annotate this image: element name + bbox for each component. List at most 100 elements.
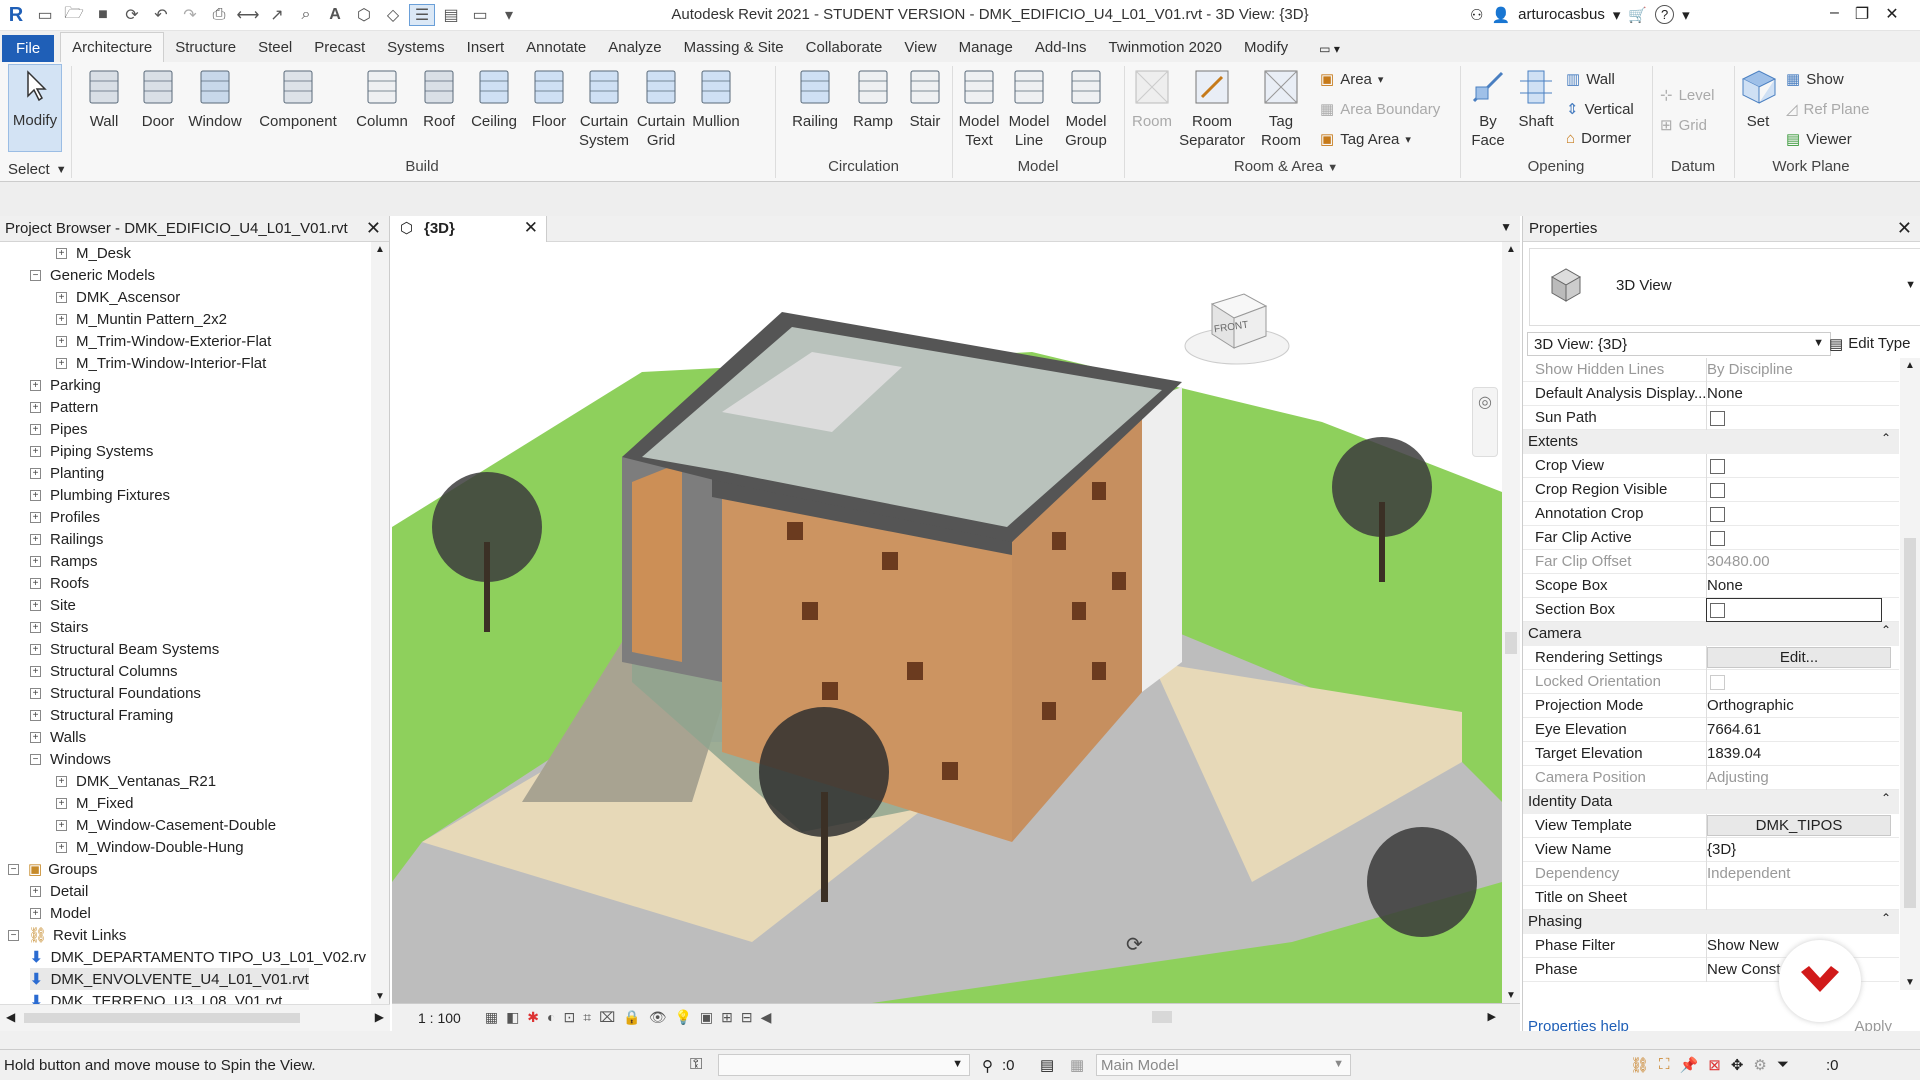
prop-checkbox[interactable]: [1710, 411, 1725, 426]
section-icon[interactable]: ◇: [380, 4, 406, 26]
tree-item[interactable]: − Generic Models: [30, 264, 155, 286]
view-tab-3d[interactable]: ⬡ {3D} ✕: [392, 216, 547, 242]
user-icon[interactable]: 👤: [1491, 6, 1510, 24]
curtain-system-button[interactable]: Curtain System: [574, 66, 634, 150]
tab-view[interactable]: View: [893, 33, 947, 62]
viewer-button[interactable]: ▤ Viewer: [1786, 130, 1852, 149]
collapse-group-icon[interactable]: ⌃: [1881, 623, 1891, 637]
tree-item[interactable]: ⬇ DMK_DEPARTAMENTO TIPO_U3_L01_V02.rv: [30, 946, 366, 968]
revit-logo-icon[interactable]: R: [3, 4, 29, 26]
dormer-button[interactable]: ⌂ Dormer: [1566, 130, 1631, 147]
prop-value[interactable]: New Const: [1707, 961, 1780, 978]
group-phasing[interactable]: Phasing ⌃: [1523, 910, 1899, 934]
tree-item[interactable]: + Structural Foundations: [30, 682, 201, 704]
tree-item[interactable]: ⬇ DMK_ENVOLVENTE_U4_L01_V01.rvt: [30, 968, 309, 990]
customize-qat-icon[interactable]: ▾: [496, 4, 522, 26]
sync-icon[interactable]: ⟳: [119, 4, 145, 26]
restore-icon[interactable]: ❐: [1855, 4, 1869, 24]
design-option-dropdown[interactable]: Main Model ▼: [1096, 1054, 1351, 1076]
scroll-left-icon[interactable]: ◀: [761, 1009, 772, 1026]
crop-region-icon[interactable]: ⌧: [599, 1009, 615, 1026]
project-browser-hscrollbar[interactable]: ◀ ▶: [0, 1004, 390, 1031]
design-options-icon[interactable]: ▤: [1040, 1056, 1054, 1074]
tree-item[interactable]: + Model: [30, 902, 91, 924]
expand-icon[interactable]: +: [30, 731, 41, 743]
expand-icon[interactable]: +: [56, 819, 67, 831]
tab-structure[interactable]: Structure: [164, 33, 247, 62]
tree-item[interactable]: + M_Trim-Window-Interior-Flat: [56, 352, 266, 374]
type-selector[interactable]: 3D View ▼: [1529, 248, 1920, 326]
prop-checkbox[interactable]: [1710, 483, 1725, 498]
help-chevron-icon[interactable]: ▾: [1682, 6, 1690, 24]
cart-icon[interactable]: 🛒: [1628, 6, 1647, 24]
component-button[interactable]: Component: [246, 66, 350, 131]
expand-icon[interactable]: +: [30, 445, 41, 457]
tab-massing-site[interactable]: Massing & Site: [673, 33, 795, 62]
prop-checkbox[interactable]: [1710, 507, 1725, 522]
measure-icon[interactable]: ⟷: [235, 4, 261, 26]
prop-checkbox[interactable]: [1710, 675, 1725, 690]
lock-3d-icon[interactable]: 🔒: [623, 1009, 640, 1026]
properties-scrollbar[interactable]: ▲ ▼: [1900, 358, 1920, 990]
group-extents[interactable]: Extents ⌃: [1523, 430, 1899, 454]
tree-item[interactable]: + M_Fixed: [56, 792, 134, 814]
dimension-icon[interactable]: ↗: [264, 4, 290, 26]
room-separator-button[interactable]: Room Separator: [1176, 66, 1248, 150]
collapse-icon[interactable]: −: [30, 269, 41, 281]
tree-item[interactable]: + DMK_Ventanas_R21: [56, 770, 216, 792]
tree-item[interactable]: + Ramps: [30, 550, 98, 572]
ribbon-toggle-icon[interactable]: ▭ ▾: [1313, 36, 1346, 62]
prop-value[interactable]: 1839.04: [1707, 745, 1761, 762]
tag-area-button[interactable]: ▣ Tag Area ▾: [1320, 130, 1411, 149]
expand-icon[interactable]: +: [30, 599, 41, 611]
prop-value[interactable]: None: [1707, 385, 1743, 402]
print-icon[interactable]: ⎙: [206, 4, 232, 26]
tree-item[interactable]: + M_Window-Casement-Double: [56, 814, 276, 836]
model-group-button[interactable]: Model Group: [1054, 66, 1118, 150]
expand-icon[interactable]: +: [30, 665, 41, 677]
prop-value[interactable]: {3D}: [1707, 841, 1736, 858]
model-text-button[interactable]: Model Text: [954, 66, 1004, 150]
area-button[interactable]: ▣ Area ▾: [1320, 70, 1383, 89]
help-icon[interactable]: ?: [1655, 5, 1675, 24]
drag-elements-icon[interactable]: ✥: [1731, 1056, 1744, 1074]
by-face-button[interactable]: By Face: [1463, 66, 1513, 150]
shadows-icon[interactable]: ◐: [547, 1009, 555, 1026]
expand-icon[interactable]: +: [30, 885, 41, 897]
tree-item[interactable]: ⬇ DMK_TERRENO_U3_L08_V01.rvt: [30, 990, 282, 1005]
reveal-hidden-icon[interactable]: 💡: [674, 1009, 691, 1026]
set-work-plane-button[interactable]: Set: [1738, 66, 1778, 131]
tree-item[interactable]: + M_Window-Double-Hung: [56, 836, 244, 858]
tab-file[interactable]: File: [2, 35, 55, 62]
detail-level-icon[interactable]: ▦: [485, 1009, 498, 1026]
close-hidden-icon[interactable]: ▤: [438, 4, 464, 26]
prop-value[interactable]: By Discipline: [1707, 361, 1793, 378]
group-identity-data[interactable]: Identity Data ⌃: [1523, 790, 1899, 814]
default-3d-icon[interactable]: ⬡: [351, 4, 377, 26]
expand-icon[interactable]: +: [56, 247, 67, 259]
instance-selector[interactable]: 3D View: {3D} ▼: [1527, 332, 1831, 356]
open-icon[interactable]: ▭: [32, 4, 58, 26]
select-by-face-icon[interactable]: ⊠: [1708, 1056, 1721, 1074]
tree-item[interactable]: + Profiles: [30, 506, 100, 528]
visual-style-icon[interactable]: ◧: [506, 1009, 519, 1026]
mullion-button[interactable]: Mullion: [688, 66, 744, 131]
analytical-model-icon[interactable]: ⊞: [721, 1009, 733, 1026]
ref-plane-button[interactable]: ◿ Ref Plane: [1786, 100, 1869, 119]
tab-architecture[interactable]: Architecture: [60, 32, 165, 62]
expand-icon[interactable]: +: [30, 643, 41, 655]
select-dropdown[interactable]: Select ▼: [8, 161, 67, 178]
expand-icon[interactable]: +: [30, 555, 41, 567]
tree-item[interactable]: + Railings: [30, 528, 103, 550]
crop-view-icon[interactable]: ⌗: [583, 1009, 591, 1026]
username[interactable]: arturocasbus: [1518, 6, 1605, 23]
scale-label[interactable]: 1 : 100: [418, 1010, 461, 1026]
group-camera[interactable]: Camera ⌃: [1523, 622, 1899, 646]
thin-lines-icon[interactable]: ☰: [409, 4, 435, 26]
collapse-group-icon[interactable]: ⌃: [1881, 791, 1891, 805]
close-window-icon[interactable]: ✕: [1885, 4, 1898, 24]
workset-dropdown[interactable]: ▼: [718, 1054, 970, 1076]
expand-icon[interactable]: +: [56, 841, 67, 853]
expand-icon[interactable]: +: [56, 335, 67, 347]
tab-insert[interactable]: Insert: [456, 33, 516, 62]
